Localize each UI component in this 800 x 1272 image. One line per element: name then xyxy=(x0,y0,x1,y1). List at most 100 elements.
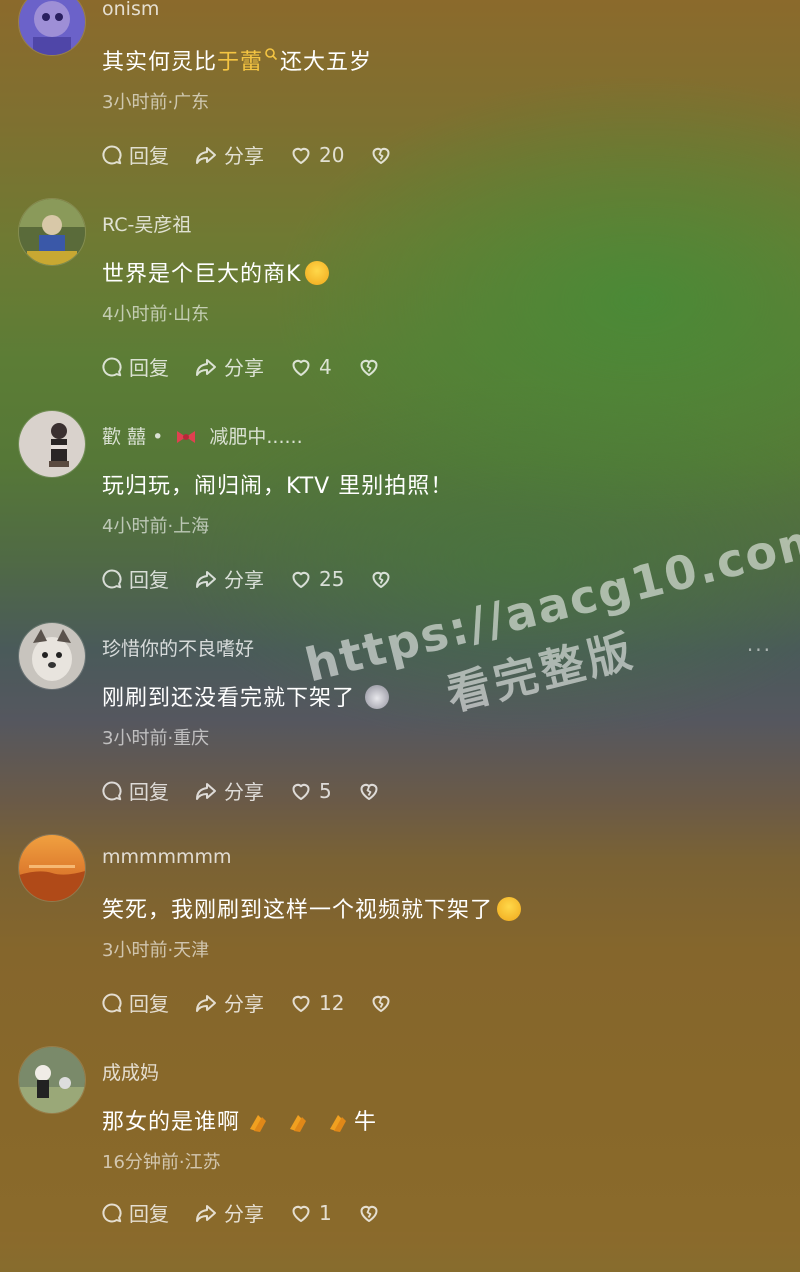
reply-button[interactable]: 回复 xyxy=(100,140,169,169)
reply-button[interactable]: 回复 xyxy=(100,776,169,805)
share-button[interactable]: 分享 xyxy=(193,776,264,805)
reply-button[interactable]: 回复 xyxy=(100,352,169,381)
reply-label: 回复 xyxy=(129,1202,169,1226)
laughing-emoji-icon xyxy=(305,261,330,285)
broken-heart-icon xyxy=(356,779,382,803)
comment-item: mmmmmmm 笑死，我刚刷到这样一个视频就下架了 3小时前·天津 回复 分享 … xyxy=(0,834,800,1060)
reply-button[interactable]: 回复 xyxy=(100,988,169,1017)
like-button[interactable]: 20 xyxy=(288,143,344,167)
heart-icon xyxy=(288,143,314,167)
comment-item: RC-吴彦祖 世界是个巨大的商K 4小时前·山东 回复 分享 4 xyxy=(0,198,800,424)
username[interactable]: 歡 囍 • 减肥中...... xyxy=(102,422,303,449)
like-button[interactable]: 25 xyxy=(288,567,344,591)
heart-icon xyxy=(288,567,314,591)
action-bar: 回复 分享 25 xyxy=(100,564,423,593)
share-button[interactable]: 分享 xyxy=(193,988,264,1017)
username-part: 歡 囍 • xyxy=(102,426,164,448)
dislike-button[interactable] xyxy=(368,567,399,591)
reply-label: 回复 xyxy=(129,780,169,804)
avatar[interactable] xyxy=(18,410,86,478)
speech-bubble-icon xyxy=(100,779,124,803)
broken-heart-icon xyxy=(368,991,394,1015)
broken-heart-icon xyxy=(356,1201,382,1225)
time-location: 3小时前·天津 xyxy=(102,940,210,961)
broken-heart-icon xyxy=(368,567,394,591)
share-button[interactable]: 分享 xyxy=(193,1198,264,1227)
clap-emoji-icon xyxy=(290,1115,307,1132)
reply-label: 回复 xyxy=(129,992,169,1016)
username-part: 减肥中...... xyxy=(209,426,303,448)
dislike-button[interactable] xyxy=(356,355,387,379)
avatar[interactable] xyxy=(18,834,86,902)
search-icon[interactable] xyxy=(264,47,278,61)
comment-text-part: 那女的是谁啊 xyxy=(102,1110,241,1135)
reply-button[interactable]: 回复 xyxy=(100,564,169,593)
comment-text-part: 还大五岁 xyxy=(280,50,373,75)
cat-emoji-icon xyxy=(365,685,390,709)
clap-emoji-icon xyxy=(250,1115,267,1132)
speech-bubble-icon xyxy=(100,567,124,591)
like-count: 1 xyxy=(319,1200,332,1225)
reply-button[interactable]: 回复 xyxy=(100,1198,169,1227)
share-arrow-icon xyxy=(193,355,219,379)
comment-text-part: 牛 xyxy=(354,1110,378,1135)
broken-heart-icon xyxy=(368,143,394,167)
speech-bubble-icon xyxy=(100,355,124,379)
reply-label: 回复 xyxy=(129,144,169,168)
action-bar: 回复 分享 4 xyxy=(100,352,411,381)
share-label: 分享 xyxy=(224,780,264,804)
laughing-emoji-icon xyxy=(497,897,522,921)
avatar[interactable] xyxy=(18,622,86,690)
reply-label: 回复 xyxy=(129,568,169,592)
like-button[interactable]: 4 xyxy=(288,355,332,379)
action-bar: 回复 分享 1 xyxy=(100,1198,411,1227)
action-bar: 回复 分享 12 xyxy=(100,988,423,1017)
dislike-button[interactable] xyxy=(368,991,399,1015)
like-button[interactable]: 12 xyxy=(288,991,344,1015)
like-count: 5 xyxy=(319,778,332,803)
avatar[interactable] xyxy=(18,1046,86,1114)
time-location: 4小时前·山东 xyxy=(102,304,210,325)
share-button[interactable]: 分享 xyxy=(193,140,264,169)
comment-text: 那女的是谁啊 牛 xyxy=(102,1104,377,1136)
share-label: 分享 xyxy=(224,144,264,168)
dislike-button[interactable] xyxy=(356,779,387,803)
comment-text-part: 刚刷到还没看完就下架了 xyxy=(102,686,356,711)
dislike-button[interactable] xyxy=(368,143,399,167)
broken-heart-icon xyxy=(356,355,382,379)
avatar[interactable] xyxy=(18,198,86,266)
heart-icon xyxy=(288,355,314,379)
avatar[interactable] xyxy=(18,0,86,56)
username[interactable]: RC-吴彦祖 xyxy=(102,210,191,237)
like-button[interactable]: 1 xyxy=(288,1201,332,1225)
comment-text: 刚刷到还没看完就下架了 xyxy=(102,680,390,712)
more-options-button[interactable]: ··· xyxy=(747,638,772,662)
username[interactable]: 成成妈 xyxy=(102,1058,159,1085)
comment-text: 玩归玩，闹归闹，KTV 里别拍照！ xyxy=(102,474,454,499)
share-label: 分享 xyxy=(224,356,264,380)
like-count: 20 xyxy=(319,142,345,167)
comment-item: 歡 囍 • 减肥中...... 玩归玩，闹归闹，KTV 里别拍照！ 4小时前·上… xyxy=(0,410,800,636)
comment-text: 笑死，我刚刷到这样一个视频就下架了 xyxy=(102,892,522,924)
username[interactable]: onism xyxy=(102,0,159,20)
reply-label: 回复 xyxy=(129,356,169,380)
time-location: 16分钟前·江苏 xyxy=(102,1152,221,1173)
share-button[interactable]: 分享 xyxy=(193,564,264,593)
username[interactable]: mmmmmmm xyxy=(102,846,232,868)
time-location: 3小时前·重庆 xyxy=(102,728,210,749)
like-count: 12 xyxy=(319,990,345,1015)
share-arrow-icon xyxy=(193,991,219,1015)
time-location: 4小时前·上海 xyxy=(102,516,210,537)
speech-bubble-icon xyxy=(100,1201,124,1225)
speech-bubble-icon xyxy=(100,143,124,167)
share-button[interactable]: 分享 xyxy=(193,352,264,381)
clap-emoji-icon xyxy=(330,1115,347,1132)
highlight-link[interactable]: 于蕾 xyxy=(217,50,263,75)
comment-item: 成成妈 那女的是谁啊 牛 16分钟前·江苏 回复 分享 1 xyxy=(0,1046,800,1272)
dislike-button[interactable] xyxy=(356,1201,387,1225)
share-label: 分享 xyxy=(224,568,264,592)
heart-icon xyxy=(288,1201,314,1225)
like-button[interactable]: 5 xyxy=(288,779,332,803)
time-location: 3小时前·广东 xyxy=(102,92,210,113)
username[interactable]: 珍惜你的不良嗜好 xyxy=(102,634,254,661)
